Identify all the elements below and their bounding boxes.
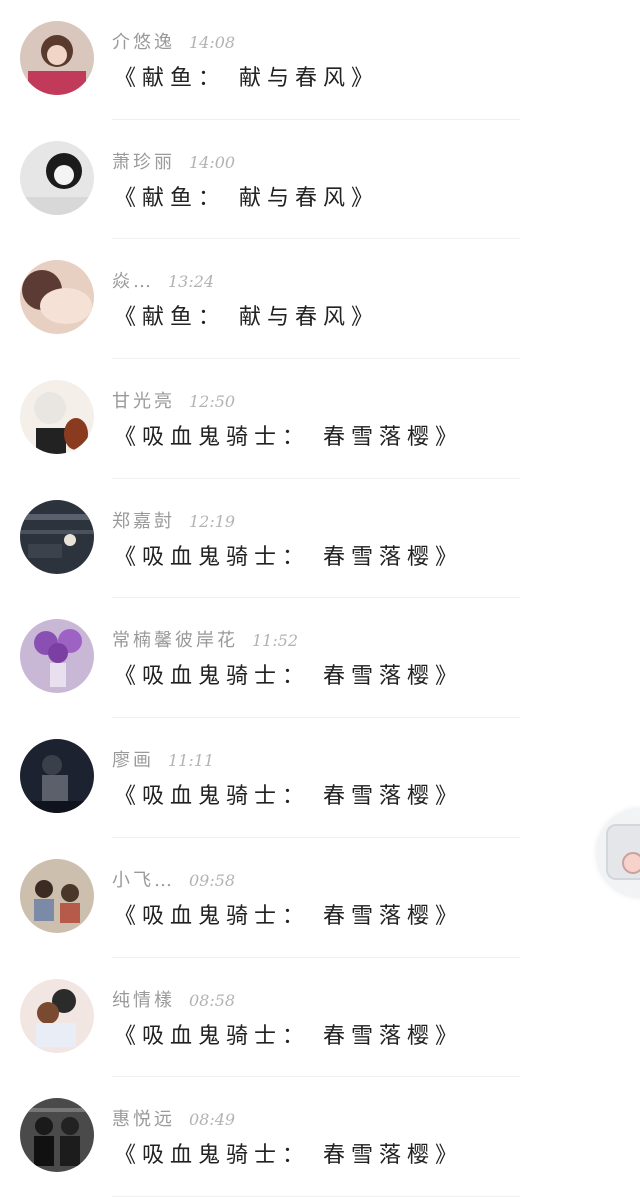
comment-meta: 惠悦远 08:49 (112, 1105, 236, 1131)
comment-time: 14:00 (189, 152, 236, 172)
comment-title[interactable]: 《吸血鬼骑士： 春雪落樱》 (114, 658, 463, 690)
list-item[interactable]: 常楠馨彼岸花 11:52 《吸血鬼骑士： 春雪落樱》 (0, 598, 640, 719)
comment-title[interactable]: 《吸血鬼骑士： 春雪落樱》 (114, 539, 463, 571)
comment-title[interactable]: 《献鱼： 献与春风》 (114, 60, 379, 92)
user-name[interactable]: 纯情樣 (112, 986, 175, 1012)
comment-meta: 介悠逸 14:08 (112, 28, 236, 54)
list-item[interactable]: 惠悦远 08:49 《吸血鬼骑士： 春雪落樱》 (0, 1077, 640, 1197)
comment-time: 09:58 (189, 870, 236, 890)
comment-title[interactable]: 《吸血鬼骑士： 春雪落樱》 (114, 898, 463, 930)
user-name[interactable]: 介悠逸 (112, 28, 175, 54)
avatar[interactable] (20, 380, 94, 455)
avatar[interactable] (20, 140, 94, 215)
comment-meta: 焱… 13:24 (112, 267, 215, 293)
list-item[interactable]: 廖画 11:11 《吸血鬼骑士： 春雪落樱》 (0, 718, 640, 838)
list-item[interactable]: 介悠逸 14:08 《献鱼： 献与春风》 (0, 0, 640, 120)
user-name[interactable]: 甘光亮 (112, 387, 175, 413)
bubble-dot (622, 852, 640, 874)
comment-time: 14:08 (189, 33, 236, 52)
avatar[interactable] (20, 1098, 94, 1173)
comment-time: 11:11 (168, 751, 215, 771)
comment-meta: 小飞… 09:58 (112, 866, 236, 892)
avatar[interactable] (20, 739, 94, 814)
comment-list: 介悠逸 14:08 《献鱼： 献与春风》 萧珍丽 14:00 《献鱼： 献与春风… (0, 0, 640, 1197)
comment-time: 08:58 (189, 990, 236, 1010)
comment-title[interactable]: 《献鱼： 献与春风》 (114, 299, 379, 331)
comment-title[interactable]: 《吸血鬼骑士： 春雪落樱》 (114, 778, 463, 810)
comment-title[interactable]: 《献鱼： 献与春风》 (114, 180, 379, 212)
comment-meta: 萧珍丽 14:00 (112, 148, 236, 174)
list-item[interactable]: 萧珍丽 14:00 《献鱼： 献与春风》 (0, 120, 640, 240)
user-name[interactable]: 廖画 (112, 746, 154, 772)
avatar[interactable] (20, 260, 94, 335)
list-item[interactable]: 甘光亮 12:50 《吸血鬼骑士： 春雪落樱》 (0, 359, 640, 479)
comment-meta: 郑嘉尌 12:19 (112, 507, 236, 533)
avatar[interactable] (20, 499, 94, 574)
avatar[interactable] (20, 858, 94, 933)
comment-time: 13:24 (168, 272, 215, 292)
avatar[interactable] (20, 619, 94, 694)
list-item[interactable]: 焱… 13:24 《献鱼： 献与春风》 (0, 239, 640, 360)
avatar-bubble-icon (606, 824, 640, 880)
comment-time: 08:49 (189, 1110, 236, 1130)
avatar[interactable] (20, 978, 94, 1053)
user-name[interactable]: 常楠馨彼岸花 (112, 626, 238, 652)
comment-title[interactable]: 《吸血鬼骑士： 春雪落樱》 (114, 1018, 463, 1050)
comment-meta: 甘光亮 12:50 (112, 387, 236, 413)
user-name[interactable]: 萧珍丽 (112, 148, 175, 174)
comment-time: 12:19 (189, 511, 236, 531)
user-name[interactable]: 焱… (112, 267, 154, 293)
comment-title[interactable]: 《吸血鬼骑士： 春雪落樱》 (114, 419, 463, 451)
avatar[interactable] (20, 21, 94, 95)
list-item[interactable]: 小飞… 09:58 《吸血鬼骑士： 春雪落樱》 (0, 838, 640, 958)
user-name[interactable]: 郑嘉尌 (112, 507, 175, 533)
list-item[interactable]: 郑嘉尌 12:19 《吸血鬼骑士： 春雪落樱》 (0, 479, 640, 599)
comment-time: 12:50 (189, 392, 236, 412)
user-name[interactable]: 惠悦远 (112, 1105, 175, 1131)
comment-meta: 常楠馨彼岸花 11:52 (112, 626, 299, 652)
comment-meta: 廖画 11:11 (112, 746, 215, 772)
comment-time: 11:52 (252, 631, 299, 651)
user-name[interactable]: 小飞… (112, 866, 175, 892)
comment-title[interactable]: 《吸血鬼骑士： 春雪落樱》 (114, 1137, 463, 1169)
comment-meta: 纯情樣 08:58 (112, 986, 236, 1012)
list-item[interactable]: 纯情樣 08:58 《吸血鬼骑士： 春雪落樱》 (0, 958, 640, 1078)
